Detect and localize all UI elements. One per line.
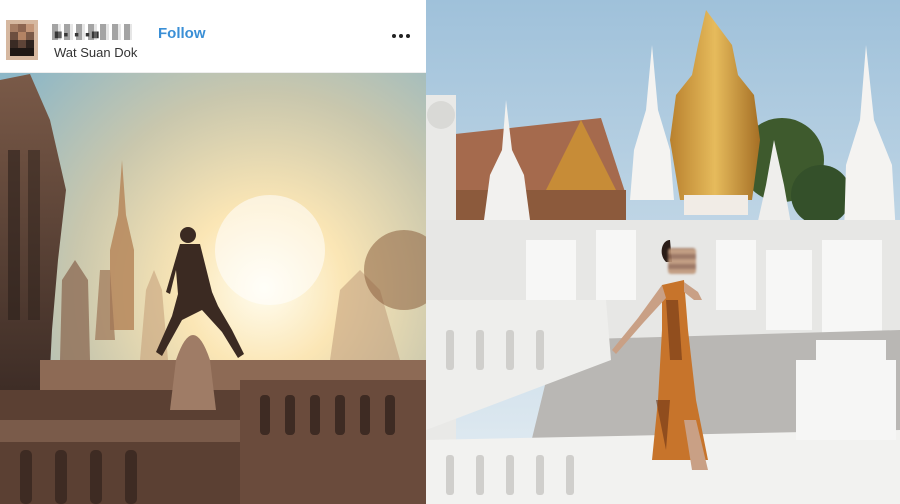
right-photo-panel	[426, 0, 900, 504]
post-header: ■▪ ▪ ▪■ Follow Wat Suan Dok	[0, 0, 426, 73]
left-photo-panel: ■▪ ▪ ▪■ Follow Wat Suan Dok	[0, 0, 426, 504]
sunset-temple-photo	[0, 72, 426, 504]
location-label[interactable]: Wat Suan Dok	[54, 45, 137, 60]
profile-avatar[interactable]	[6, 20, 38, 60]
blurred-face	[668, 248, 696, 274]
username-redaction	[52, 24, 132, 40]
follow-button[interactable]: Follow	[158, 25, 206, 42]
white-temple-photo	[426, 0, 900, 504]
more-options-icon[interactable]	[392, 30, 412, 42]
